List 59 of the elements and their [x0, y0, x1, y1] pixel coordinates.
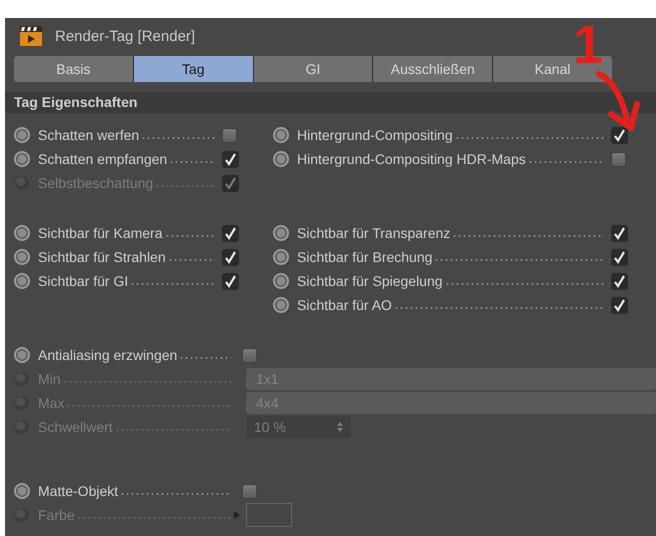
color-swatch[interactable]	[246, 503, 292, 527]
checkbox[interactable]	[222, 150, 239, 168]
parameter-label: Sichtbar für Strahlen	[38, 249, 166, 265]
check-icon	[611, 272, 628, 290]
keyframe-icon[interactable]	[14, 225, 30, 241]
checkbox[interactable]	[611, 296, 628, 314]
keyframe-icon[interactable]	[273, 249, 289, 265]
parameter-label: Sichtbar für Brechung	[297, 249, 432, 265]
tab[interactable]: Ausschließen	[373, 56, 492, 82]
keyframe-icon[interactable]	[14, 249, 30, 265]
parameter-label: Matte-Objekt	[38, 483, 118, 499]
check-icon	[222, 174, 239, 192]
checkbox[interactable]	[222, 248, 239, 266]
checkbox[interactable]	[611, 248, 628, 266]
parameter-label: Hintergrund-Compositing HDR-Maps	[297, 151, 526, 167]
keyframe-icon[interactable]	[14, 273, 30, 289]
parameter-label: Schatten empfangen	[38, 151, 168, 167]
keyframe-icon[interactable]	[273, 151, 289, 167]
checkbox[interactable]	[611, 152, 626, 166]
parameter-label: Sichtbar für Transparenz	[297, 225, 450, 241]
checkbox[interactable]	[222, 128, 237, 142]
keyframe-icon[interactable]	[273, 127, 289, 143]
check-icon	[222, 272, 239, 290]
parameter-label: Sichtbar für AO	[297, 297, 392, 313]
checkbox[interactable]	[242, 348, 257, 362]
parameter-label: Schatten werfen	[38, 127, 140, 143]
window-title: Render-Tag [Render]	[55, 28, 196, 44]
tab[interactable]: Basis	[14, 56, 133, 82]
checkbox[interactable]	[611, 126, 628, 144]
check-icon	[611, 296, 628, 314]
checkbox[interactable]	[611, 272, 628, 290]
check-icon	[222, 224, 239, 242]
parameter-label: Hintergrund-Compositing	[297, 127, 453, 143]
parameter-label: Sichtbar für GI	[38, 273, 128, 289]
clapperboard-icon	[19, 25, 43, 47]
check-icon	[611, 224, 628, 242]
keyframe-icon[interactable]	[273, 273, 289, 289]
check-icon	[611, 126, 628, 144]
keyframe-icon[interactable]	[14, 127, 30, 143]
section-header: Tag Eigenschaften	[5, 92, 656, 113]
keyframe-icon[interactable]	[14, 151, 30, 167]
expand-arrow-icon[interactable]	[234, 511, 240, 519]
parameter-label: Sichtbar für Spiegelung	[297, 273, 443, 289]
check-icon	[222, 150, 239, 168]
keyframe-icon[interactable]	[14, 483, 30, 499]
keyframe-icon[interactable]	[14, 347, 30, 363]
checkbox[interactable]	[222, 224, 239, 242]
tab[interactable]: Tag	[134, 56, 253, 82]
checkbox[interactable]	[222, 272, 239, 290]
check-icon	[222, 248, 239, 266]
spinner-icon[interactable]	[337, 421, 343, 433]
parameter-label: Sichtbar für Kamera	[38, 225, 162, 241]
tab[interactable]: GI	[254, 56, 372, 82]
checkbox[interactable]	[242, 484, 257, 498]
keyframe-icon[interactable]	[273, 297, 289, 313]
keyframe-icon[interactable]	[273, 225, 289, 241]
check-icon	[611, 248, 628, 266]
checkbox[interactable]	[611, 224, 628, 242]
parameter-label: Antialiasing erzwingen	[38, 347, 178, 363]
